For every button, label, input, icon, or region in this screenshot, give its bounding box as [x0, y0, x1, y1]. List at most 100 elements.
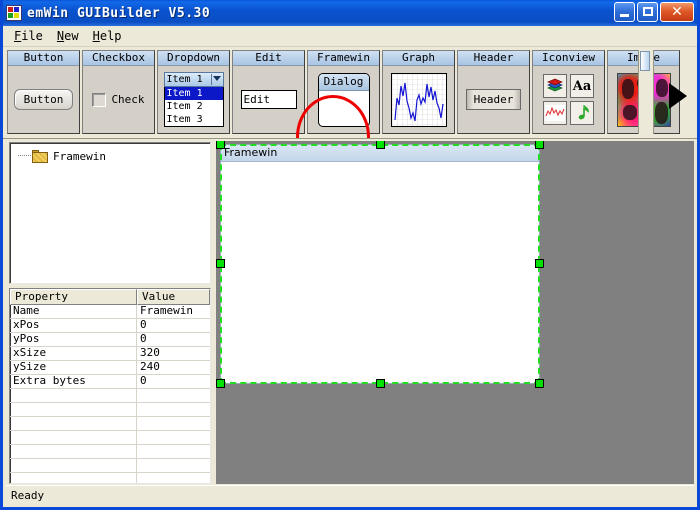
- property-value[interactable]: [137, 403, 210, 416]
- design-canvas[interactable]: Framewin: [216, 141, 694, 484]
- property-grid[interactable]: Property Value Name Framewin xPos 0 yPos…: [9, 288, 211, 484]
- palette-cell-dropdown[interactable]: Dropdown Item 1 Item 1 Item 2 Item 3: [157, 50, 230, 134]
- resize-handle-middle-right[interactable]: [535, 259, 544, 268]
- palette-preview-framewin: Dialog: [308, 66, 379, 133]
- property-value[interactable]: 0: [137, 375, 210, 388]
- palette-cell-iconview[interactable]: Iconview Aa: [532, 50, 605, 134]
- dropdown-option-0[interactable]: Item 1: [164, 87, 223, 100]
- property-value[interactable]: [137, 431, 210, 444]
- property-value[interactable]: 0: [137, 333, 210, 346]
- main-area: Framewin Property Value Name Framewin xP…: [6, 139, 694, 484]
- property-name: Extra bytes: [10, 375, 137, 389]
- property-value[interactable]: 240: [137, 361, 210, 374]
- dropdown-selected-value[interactable]: Item 1: [163, 72, 224, 87]
- dropdown-option-2[interactable]: Item 3: [165, 113, 223, 126]
- property-value[interactable]: [137, 389, 210, 402]
- table-row[interactable]: Extra bytes 0: [10, 375, 210, 390]
- property-name: [10, 459, 137, 473]
- property-value[interactable]: Framewin: [137, 305, 210, 318]
- minimize-icon: [620, 14, 629, 17]
- palette-scrollbar-thumb[interactable]: [640, 51, 650, 71]
- resize-handle-bottom-right[interactable]: [535, 379, 544, 388]
- preview-edit-widget[interactable]: Edit: [240, 90, 297, 109]
- palette-preview-button: Button: [8, 66, 79, 133]
- palette-preview-dropdown: Item 1 Item 1 Item 2 Item 3: [158, 66, 229, 133]
- resize-handle-bottom-center[interactable]: [376, 379, 385, 388]
- preview-framewin-title: Dialog: [318, 73, 369, 91]
- property-name: [10, 431, 137, 445]
- palette-cell-header[interactable]: Header Header: [457, 50, 530, 134]
- palette-scrollbar[interactable]: [638, 50, 654, 134]
- property-name: yPos: [10, 333, 137, 347]
- table-row[interactable]: Name Framewin: [10, 305, 210, 320]
- window-controls: ✕: [614, 2, 694, 22]
- folder-icon: [32, 149, 48, 163]
- palette-cell-graph[interactable]: Graph: [382, 50, 455, 134]
- status-text: Ready: [11, 488, 45, 502]
- books-icon[interactable]: [543, 74, 567, 98]
- widget-palette: Button Button Checkbox Check Dropdown It…: [3, 47, 697, 139]
- table-row[interactable]: [10, 459, 210, 474]
- waveform-icon[interactable]: [543, 101, 567, 125]
- resize-handle-middle-left[interactable]: [216, 259, 225, 268]
- palette-preview-iconview: Aa: [533, 66, 604, 133]
- window-title: emWin GUIBuilder V5.30: [27, 5, 211, 21]
- palette-title-dropdown: Dropdown: [158, 51, 229, 66]
- property-value[interactable]: [137, 417, 210, 430]
- preview-graph-widget[interactable]: [390, 72, 447, 127]
- preview-framewin-widget[interactable]: Dialog: [317, 72, 370, 127]
- dropdown-option-1[interactable]: Item 2: [165, 100, 223, 113]
- property-name: ySize: [10, 361, 137, 375]
- property-name: [10, 403, 137, 417]
- menu-item-file[interactable]: File: [9, 28, 52, 44]
- music-note-icon[interactable]: [570, 101, 594, 125]
- palette-cell-button[interactable]: Button Button: [7, 50, 80, 134]
- application-window: emWin GUIBuilder V5.30 ✕ File New Help B…: [0, 0, 700, 510]
- table-row[interactable]: [10, 389, 210, 404]
- table-row[interactable]: [10, 473, 210, 484]
- design-canvas-pane: Framewin: [213, 139, 694, 484]
- palette-title-button: Button: [8, 51, 79, 66]
- maximize-button[interactable]: [637, 2, 658, 22]
- property-value[interactable]: [137, 473, 210, 483]
- property-column-header: Property: [10, 289, 137, 306]
- next-arrow-icon[interactable]: [669, 83, 687, 109]
- design-framewin-widget[interactable]: Framewin: [220, 144, 540, 384]
- menu-new-rest: ew: [64, 29, 79, 43]
- table-row[interactable]: xPos 0: [10, 319, 210, 334]
- table-row[interactable]: xSize 320: [10, 347, 210, 362]
- palette-strip: Button Button Checkbox Check Dropdown It…: [7, 50, 682, 136]
- palette-title-graph: Graph: [383, 51, 454, 66]
- preview-button-widget[interactable]: Button: [13, 89, 74, 110]
- value-column-header: Value: [137, 289, 210, 306]
- table-row[interactable]: [10, 417, 210, 432]
- property-value[interactable]: [137, 445, 210, 458]
- palette-cell-edit[interactable]: Edit Edit: [232, 50, 305, 134]
- table-row[interactable]: [10, 403, 210, 418]
- palette-cell-checkbox[interactable]: Checkbox Check: [82, 50, 155, 134]
- close-button[interactable]: ✕: [660, 2, 694, 22]
- table-row[interactable]: ySize 240: [10, 361, 210, 376]
- menu-item-help[interactable]: Help: [88, 28, 131, 44]
- preview-header-widget[interactable]: Header: [465, 89, 522, 110]
- property-value[interactable]: 0: [137, 319, 210, 332]
- resize-handle-top-left[interactable]: [216, 141, 225, 149]
- table-row[interactable]: [10, 431, 210, 446]
- resize-handle-top-right[interactable]: [535, 141, 544, 149]
- text-aa-icon[interactable]: Aa: [570, 74, 594, 98]
- resize-handle-top-center[interactable]: [376, 141, 385, 149]
- property-value[interactable]: 320: [137, 347, 210, 360]
- minimize-button[interactable]: [614, 2, 635, 22]
- palette-title-edit: Edit: [233, 51, 304, 66]
- palette-cell-framewin[interactable]: Framewin Dialog: [307, 50, 380, 134]
- tree-item-label: Framewin: [53, 149, 106, 163]
- table-row[interactable]: yPos 0: [10, 333, 210, 348]
- resize-handle-bottom-left[interactable]: [216, 379, 225, 388]
- palette-title-header: Header: [458, 51, 529, 66]
- table-row[interactable]: [10, 445, 210, 460]
- property-value[interactable]: [137, 459, 210, 472]
- menu-item-new[interactable]: New: [52, 28, 88, 44]
- tree-item-framewin[interactable]: Framewin: [10, 148, 210, 164]
- widget-tree[interactable]: Framewin: [9, 142, 211, 285]
- checkbox-box-icon[interactable]: [92, 92, 107, 107]
